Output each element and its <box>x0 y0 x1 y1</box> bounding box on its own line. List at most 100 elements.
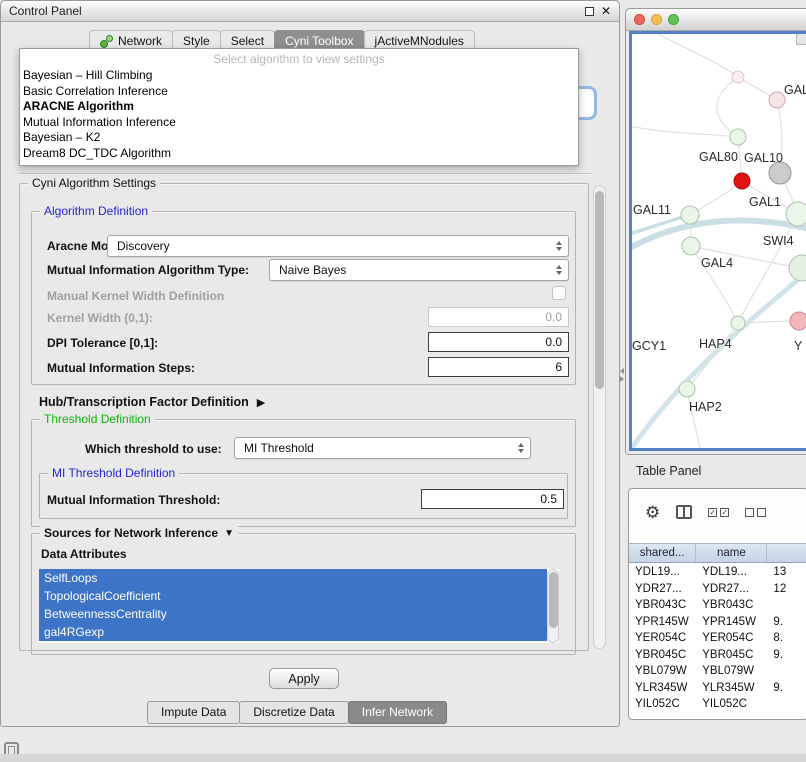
table-cell[interactable]: YDL19... <box>629 566 696 578</box>
network-node[interactable] <box>734 173 750 189</box>
network-node[interactable] <box>730 129 746 145</box>
table-cell[interactable]: 9. <box>767 616 806 628</box>
table-row[interactable]: YBR043CYBR043C <box>629 597 806 614</box>
network-edge <box>650 34 738 77</box>
network-node[interactable] <box>790 312 806 330</box>
network-node[interactable] <box>682 237 700 255</box>
network-window-titlebar[interactable] <box>626 9 806 31</box>
table-column-header[interactable]: name <box>696 544 767 562</box>
table-cell[interactable]: 13 <box>767 566 806 578</box>
table-cell[interactable]: YDR27... <box>629 583 696 595</box>
network-node-label: GAL4 <box>701 256 733 270</box>
table-cell[interactable]: YBL079W <box>696 665 767 677</box>
table-row[interactable]: YPR145WYPR145W9. <box>629 614 806 631</box>
network-node[interactable] <box>732 71 744 83</box>
algorithm-option[interactable]: Mutual Information Inference <box>20 115 578 131</box>
expanded-arrow-icon[interactable]: ▼ <box>224 528 234 539</box>
table-cell[interactable]: 8. <box>767 632 806 644</box>
algorithm-option[interactable]: Bayesian – Hill Climbing <box>20 68 578 84</box>
table-cell[interactable]: YER054C <box>629 632 696 644</box>
table-cell[interactable]: YLR345W <box>629 682 696 694</box>
hub-definition-toggle[interactable]: Hub/Transcription Factor Definition ▶ <box>39 395 265 409</box>
algorithm-option[interactable]: Bayesian – K2 <box>20 130 578 146</box>
which-threshold-select[interactable]: MI Threshold <box>234 437 531 459</box>
table-cell[interactable]: 9. <box>767 682 806 694</box>
network-node-label: GAL <box>784 83 806 97</box>
mi-threshold-label: Mutual Information Threshold: <box>47 493 220 507</box>
bottom-tab-impute-data[interactable]: Impute Data <box>147 701 240 724</box>
close-traffic-icon[interactable] <box>634 14 645 25</box>
minimize-traffic-icon[interactable] <box>651 14 662 25</box>
table-cell[interactable]: YDL19... <box>696 566 767 578</box>
zoom-traffic-icon[interactable] <box>668 14 679 25</box>
attributes-scrollbar-thumb[interactable] <box>549 572 558 628</box>
table-header[interactable]: shared...name <box>629 543 806 563</box>
table-column-header[interactable]: shared... <box>629 544 696 562</box>
deselect-all-icon[interactable] <box>745 508 766 517</box>
table-row[interactable]: YER054CYER054C8. <box>629 630 806 647</box>
manual-kernel-checkbox[interactable] <box>552 286 566 300</box>
algorithm-option[interactable]: Basic Correlation Inference <box>20 84 578 100</box>
mi-type-select[interactable]: Naive Bayes <box>269 259 569 281</box>
table-cell[interactable]: YBR045C <box>629 649 696 661</box>
table-cell[interactable]: YBR043C <box>629 599 696 611</box>
apply-button[interactable]: Apply <box>269 668 339 689</box>
network-node[interactable] <box>789 255 806 281</box>
table-cell[interactable]: YLR345W <box>696 682 767 694</box>
kernel-width-input[interactable]: 0.0 <box>428 307 569 327</box>
settings-scrollbar[interactable] <box>593 185 606 649</box>
bottom-tab-discretize-data[interactable]: Discretize Data <box>239 701 348 724</box>
dpi-tolerance-input[interactable]: 0.0 <box>428 332 569 352</box>
table-row[interactable]: YDR27...YDR27...12 <box>629 581 806 598</box>
network-node[interactable] <box>681 206 699 224</box>
network-graph[interactable]: GAL80GAL10GAL11GAL1SWI4GAL4GCY1HAP4HAP2G… <box>632 34 806 451</box>
table-cell[interactable]: YIL052C <box>696 698 767 710</box>
network-node[interactable] <box>769 162 791 184</box>
table-row[interactable]: YDL19...YDL19...13 <box>629 564 806 581</box>
attributes-scrollbar[interactable] <box>547 569 559 643</box>
table-cell[interactable]: YBR045C <box>696 649 767 661</box>
table-cell[interactable]: YBL079W <box>629 665 696 677</box>
table-cell[interactable]: YPR145W <box>629 616 696 628</box>
table-row[interactable]: YBL079WYBL079W <box>629 663 806 680</box>
sources-toggle[interactable]: Sources for Network Inference ▼ <box>40 526 238 540</box>
collapsed-arrow-icon[interactable]: ▶ <box>257 396 265 409</box>
table-cell[interactable]: YIL052C <box>629 698 696 710</box>
float-icon[interactable] <box>585 7 594 16</box>
bottom-tab-infer-network[interactable]: Infer Network <box>348 701 447 724</box>
mi-type-value: Naive Bayes <box>279 263 346 277</box>
network-node-label: GAL1 <box>749 195 781 209</box>
table-cell[interactable]: YER054C <box>696 632 767 644</box>
table-panel-window: ⚙ ✓ ✓ shared...name YDL19...YDL19...13YD… <box>628 488 806 720</box>
select-all-icon[interactable]: ✓ ✓ <box>708 508 729 517</box>
table-cell[interactable]: 9. <box>767 649 806 661</box>
network-node[interactable] <box>679 381 695 397</box>
table-row[interactable]: YIL052CYIL052C <box>629 696 806 713</box>
columns-icon[interactable] <box>676 505 692 519</box>
mi-steps-input[interactable]: 6 <box>428 357 569 377</box>
aracne-mode-select[interactable]: Discovery <box>107 235 569 257</box>
algorithm-option[interactable]: Dream8 DC_TDC Algorithm <box>20 146 578 162</box>
attribute-list-item[interactable]: BetweennessCentrality <box>39 605 547 623</box>
mi-threshold-input[interactable]: 0.5 <box>421 489 564 509</box>
attribute-list-item[interactable]: gal4RGexp <box>39 623 547 641</box>
table-cell[interactable]: YBR043C <box>696 599 767 611</box>
network-node[interactable] <box>731 316 745 330</box>
table-row[interactable]: YLR345WYLR345W9. <box>629 680 806 697</box>
close-icon[interactable]: ✕ <box>601 5 611 17</box>
table-row[interactable]: YBR045CYBR045C9. <box>629 647 806 664</box>
control-panel-titlebar[interactable]: Control Panel ✕ <box>1 1 619 22</box>
table-cell[interactable]: YDR27... <box>696 583 767 595</box>
which-threshold-value: MI Threshold <box>244 441 314 455</box>
table-cell[interactable]: 12 <box>767 583 806 595</box>
table-cell[interactable]: YPR145W <box>696 616 767 628</box>
gear-icon[interactable]: ⚙ <box>645 504 660 521</box>
network-node[interactable] <box>769 92 785 108</box>
attribute-list-item[interactable]: SelfLoops <box>39 569 547 587</box>
attribute-list-item[interactable]: TopologicalCoefficient <box>39 587 547 605</box>
settings-scrollbar-thumb[interactable] <box>595 191 604 389</box>
network-canvas[interactable]: GAL80GAL10GAL11GAL1SWI4GAL4GCY1HAP4HAP2G… <box>629 31 806 451</box>
table-column-header[interactable] <box>767 544 806 562</box>
algorithm-option[interactable]: ARACNE Algorithm <box>20 99 578 115</box>
network-node[interactable] <box>786 202 806 226</box>
